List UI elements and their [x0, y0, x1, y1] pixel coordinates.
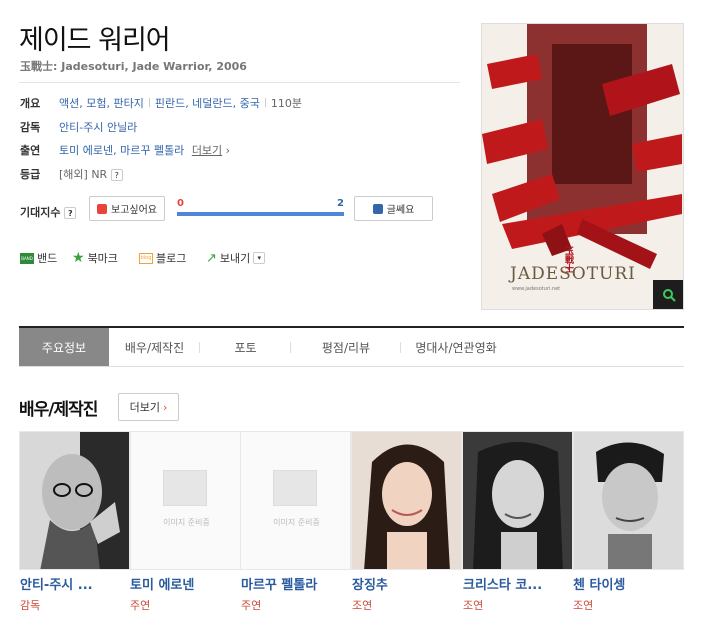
- person-photo-placeholder[interactable]: 이미지 준비중: [130, 431, 241, 570]
- person-role: 감독: [20, 599, 41, 612]
- person-role: 주연: [130, 599, 151, 612]
- genres-link[interactable]: 액션, 모험, 판타지: [59, 97, 144, 110]
- blog-icon: blog: [139, 252, 153, 264]
- rating: NR: [91, 168, 108, 181]
- expect-label: 기대지수 ?: [20, 204, 77, 220]
- tab-bar: 주요정보 배우/제작진 포토 평점/리뷰 명대사/연관영화: [19, 326, 684, 367]
- person-photo-director[interactable]: [19, 431, 130, 570]
- overview-value: 액션, 모험, 판타지 핀란드, 네덜란드, 중국 110분: [59, 95, 302, 111]
- want-to-see-button[interactable]: 보고싶어요: [89, 196, 165, 221]
- tab-photos[interactable]: 포토: [200, 328, 291, 366]
- person-photo-placeholder[interactable]: 이미지 준비중: [240, 431, 351, 570]
- person-name[interactable]: 토미 에로넨: [130, 574, 240, 593]
- person-name[interactable]: 장징추: [352, 574, 462, 593]
- person-name[interactable]: 마르꾸 펠톨라: [241, 574, 351, 593]
- person-name[interactable]: 크리스타 코...: [463, 574, 573, 593]
- countries-link[interactable]: 핀란드, 네덜란드, 중국: [155, 97, 260, 110]
- person-name[interactable]: 안티-주시 ...: [20, 574, 130, 593]
- zoom-button[interactable]: [653, 280, 683, 309]
- person-role: 조연: [352, 599, 373, 612]
- blog-share[interactable]: blog 블로그: [139, 250, 186, 266]
- rating-help-button[interactable]: ?: [110, 169, 123, 181]
- expect-help-button[interactable]: ?: [64, 207, 77, 219]
- person-role: 주연: [241, 599, 262, 612]
- runtime: 110분: [270, 97, 303, 110]
- cast-more-link[interactable]: 더보기: [192, 144, 222, 157]
- movie-poster[interactable]: JADESOTURI 玉戰士 www.jadesoturi.net: [481, 23, 684, 310]
- thumbs-down-icon: [372, 203, 383, 214]
- chevron-down-icon[interactable]: ▾: [253, 252, 266, 264]
- movie-subtitle: 玉戰士: Jadesoturi, Jade Warrior, 2006: [20, 60, 247, 73]
- person-role: 조연: [463, 599, 484, 612]
- thumbs-up-icon: [97, 203, 107, 214]
- person-photo-actor[interactable]: [573, 431, 684, 570]
- tab-quotes-related[interactable]: 명대사/연관영화: [401, 328, 511, 366]
- poster-site: www.jadesoturi.net: [512, 286, 561, 292]
- send-button[interactable]: ↗ 보내기 ▾: [206, 250, 266, 266]
- tab-cast-crew[interactable]: 배우/제작진: [109, 328, 200, 366]
- skip-count: 2: [337, 198, 344, 209]
- tab-reviews[interactable]: 평점/리뷰: [291, 328, 401, 366]
- section-more-button[interactable]: 더보기 ›: [118, 393, 179, 421]
- overview-label: 개요: [20, 97, 41, 110]
- rating-label: 등급: [20, 168, 41, 181]
- placeholder-text: 이미지 준비중: [273, 518, 320, 527]
- tab-main-info[interactable]: 주요정보: [19, 328, 109, 366]
- person-photo-image: [352, 432, 461, 569]
- share-arrow-icon: ↗: [206, 250, 217, 266]
- person-photo-image: [574, 432, 683, 569]
- person-photo-actress[interactable]: [462, 431, 573, 570]
- director-label: 감독: [20, 121, 41, 134]
- bookmark-button[interactable]: ★ 북마크: [72, 250, 118, 266]
- cast-links[interactable]: 토미 에로넨, 마르꾸 펠톨라: [59, 144, 184, 157]
- magnifier-icon: [662, 289, 676, 302]
- placeholder-text: 이미지 준비중: [163, 518, 210, 527]
- rating-value: [해외] NR ?: [59, 166, 123, 182]
- not-sure-button[interactable]: 글쎄요: [354, 196, 433, 221]
- person-name[interactable]: 첸 타이셍: [573, 574, 683, 593]
- want-count: 0: [177, 198, 184, 209]
- image-placeholder-icon: [273, 470, 317, 506]
- chevron-right-icon: ›: [222, 144, 231, 157]
- person-photo-image: [20, 432, 129, 569]
- section-title: 배우/제작진: [19, 400, 98, 420]
- person-photo-image: [463, 432, 572, 569]
- chevron-right-icon: ›: [162, 400, 168, 414]
- band-icon: BAND: [20, 252, 34, 264]
- star-icon: ★: [72, 250, 85, 266]
- divider: [19, 82, 460, 83]
- expect-bar: [177, 212, 344, 216]
- poster-chinese-title: 玉戰士: [563, 246, 573, 273]
- cast-label: 출연: [20, 144, 41, 157]
- image-placeholder-icon: [163, 470, 207, 506]
- rating-prefix: [해외]: [59, 168, 88, 181]
- person-photo-actress[interactable]: [351, 431, 462, 570]
- person-role: 조연: [573, 599, 594, 612]
- director-link[interactable]: 안티-주시 안닐라: [59, 119, 137, 135]
- band-share[interactable]: BAND 밴드: [20, 250, 57, 266]
- movie-title: 제이드 워리어: [19, 25, 171, 56]
- cast-value: 토미 에로넨, 마르꾸 펠톨라 더보기 ›: [59, 142, 230, 158]
